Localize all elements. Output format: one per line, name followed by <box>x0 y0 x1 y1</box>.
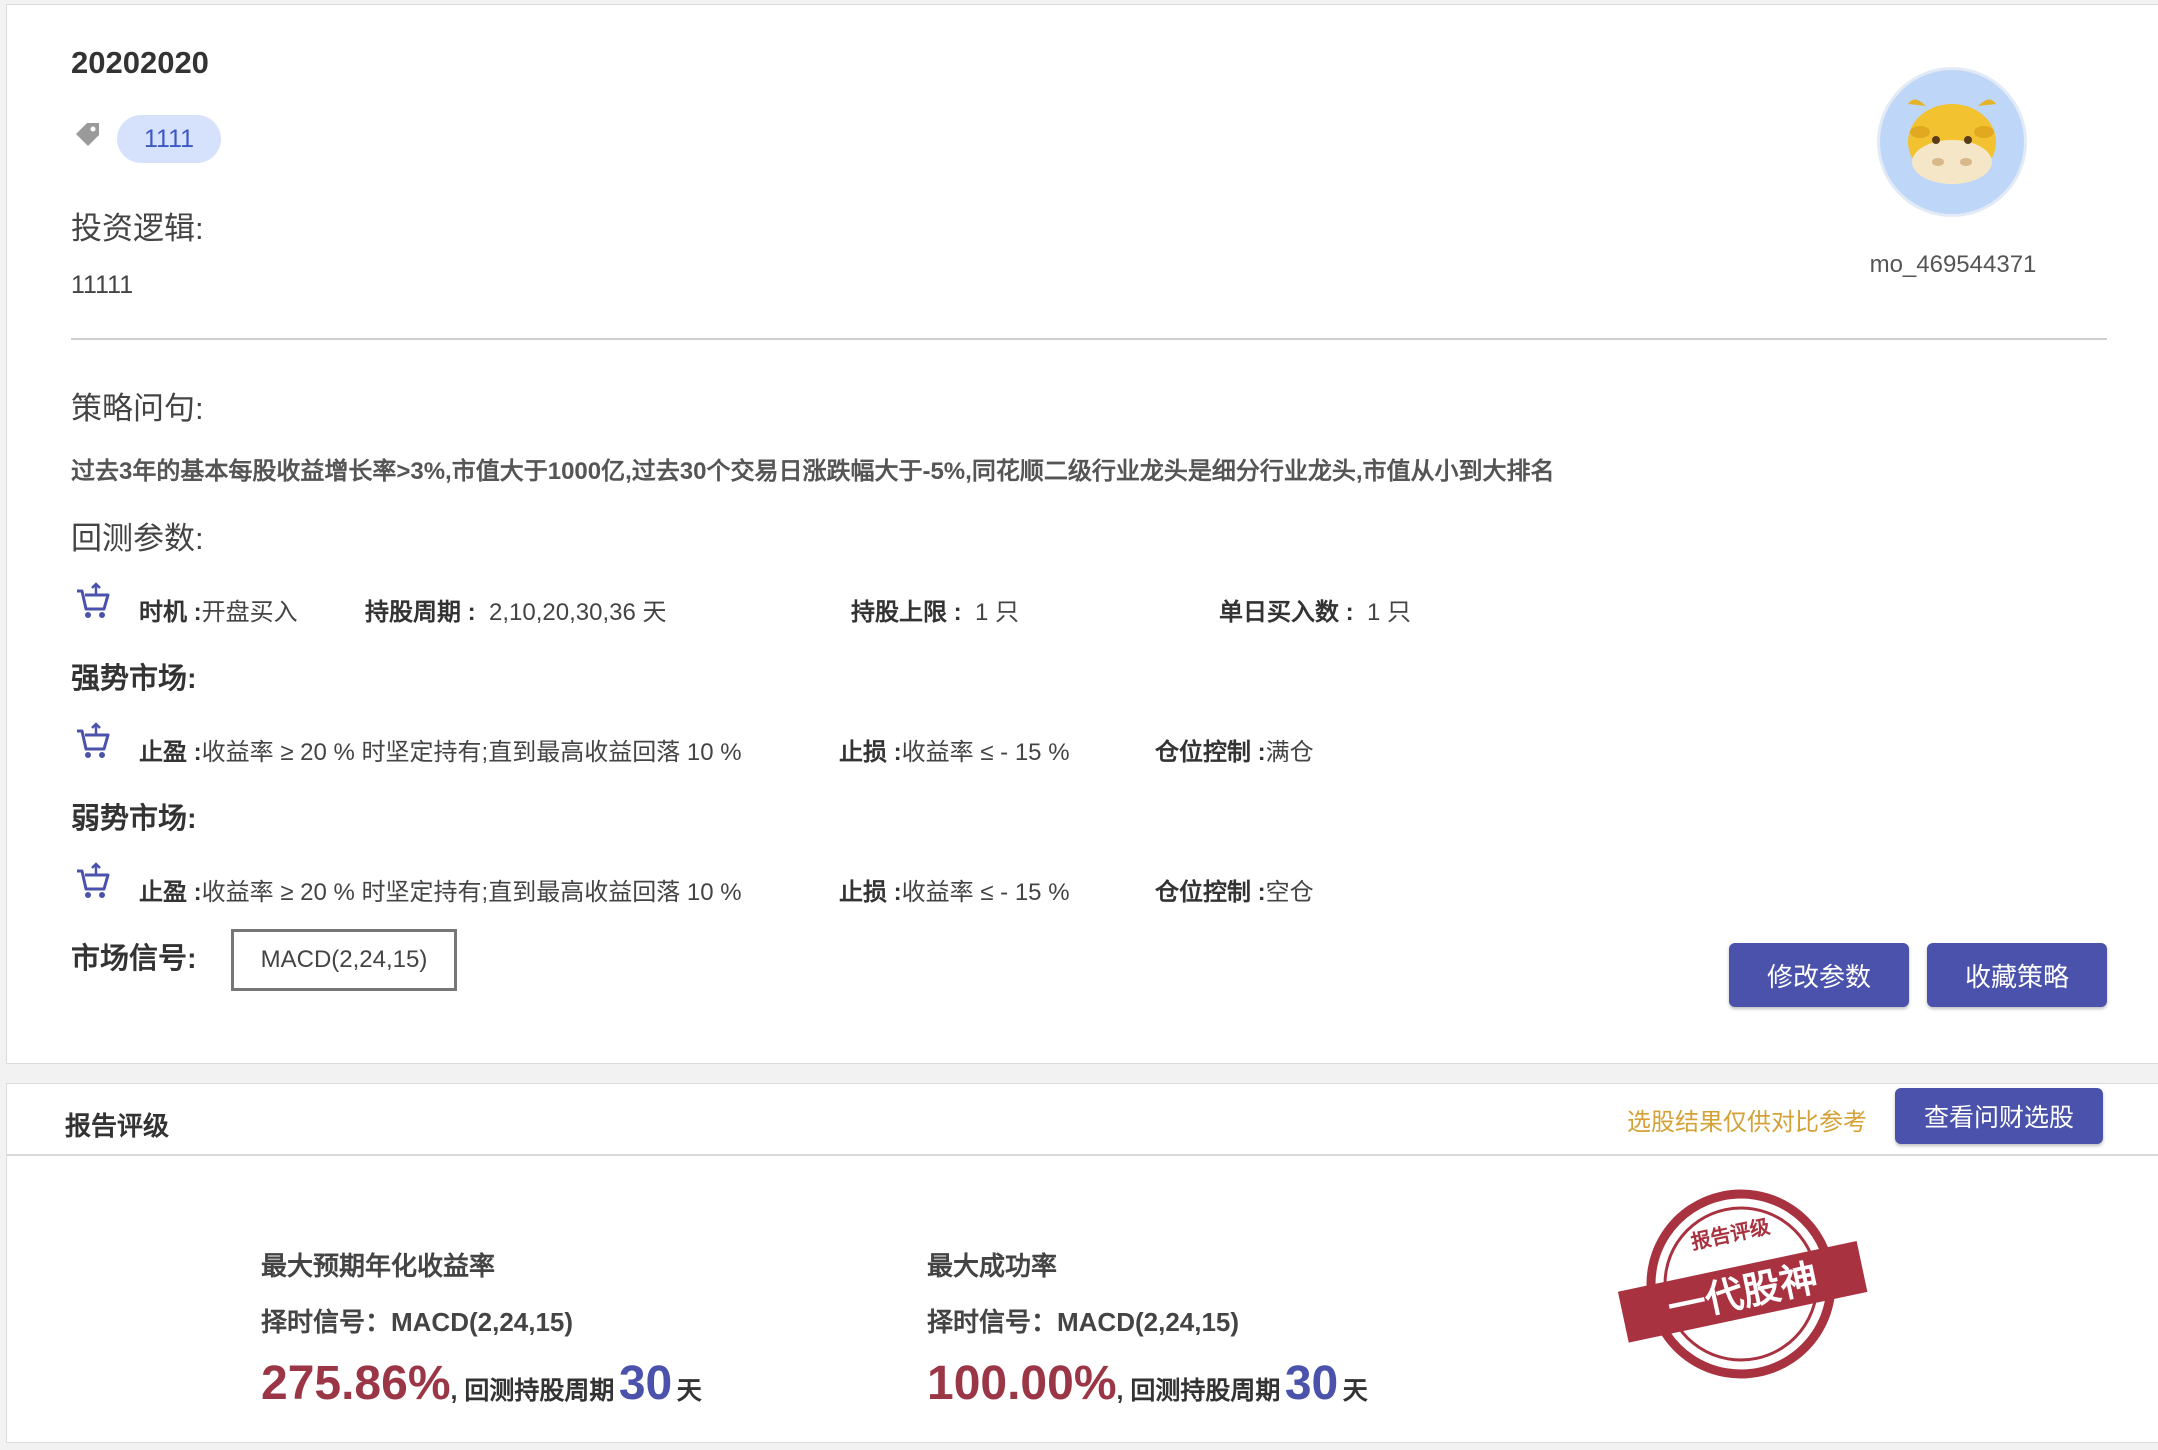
metric-result: 275.86%, 回测持股周期 30 天 <box>261 1356 702 1411</box>
timing-value: 开盘买入 <box>201 599 298 626</box>
metric-unit: 天 <box>676 1377 702 1405</box>
metric-sep: , 回测持股周期 <box>450 1377 615 1405</box>
limit-param: 持股上限 : 1 只 <box>851 592 1019 627</box>
signal-label: 市场信号: <box>71 943 197 975</box>
weak-market-title: 弱势市场: <box>71 803 197 835</box>
modify-params-button[interactable]: 修改参数 <box>1729 943 1909 1007</box>
tp-value: 收益率 ≥ 20 % 时坚定持有;直到最高收益回落 10 % <box>201 879 742 906</box>
logic-value: 11111 <box>71 271 134 299</box>
strong-market-title: 强势市场: <box>71 663 197 695</box>
divider <box>71 338 2107 340</box>
strategy-card: 20202020 1111 投资逻辑: 11111 mo_469544371 策… <box>6 4 2158 1064</box>
strong-position: 仓位控制 :满仓 <box>1155 732 1314 767</box>
weak-take-profit: 止盈 :收益率 ≥ 20 % 时坚定持有;直到最高收益回落 10 % <box>139 872 742 907</box>
stamp-icon: 报告评级 一代股神 <box>1617 1189 1868 1379</box>
query-label: 策略问句: <box>71 391 204 426</box>
avatar-cow-icon <box>1908 99 1996 184</box>
pos-value: 满仓 <box>1265 739 1314 766</box>
sl-value: 收益率 ≤ - 15 % <box>901 879 1070 906</box>
tag-icon <box>76 123 99 146</box>
signal-value-box: MACD(2,24,15) <box>231 929 457 991</box>
favorite-strategy-button[interactable]: 收藏策略 <box>1927 943 2107 1007</box>
pos-value: 空仓 <box>1265 879 1314 906</box>
cart-icon <box>77 582 110 618</box>
pos-label: 仓位控制 : <box>1155 879 1266 906</box>
username: mo_469544371 <box>1869 251 2037 278</box>
daily-value: 1 只 <box>1367 599 1412 626</box>
weak-stop-loss: 止损 :收益率 ≤ - 15 % <box>839 872 1070 907</box>
period-param: 持股周期 : 2,10,20,30,36 天 <box>365 592 666 627</box>
cart-icon <box>77 722 110 758</box>
metric-days: 30 <box>618 1357 673 1410</box>
limit-value: 1 只 <box>975 599 1020 626</box>
metric-value: 100.00% <box>927 1357 1117 1410</box>
pos-label: 仓位控制 : <box>1155 739 1266 766</box>
strong-take-profit: 止盈 :收益率 ≥ 20 % 时坚定持有;直到最高收益回落 10 % <box>139 732 742 767</box>
avatar[interactable] <box>1877 67 2027 217</box>
sl-label: 止损 : <box>839 739 902 766</box>
metric-label: 最大预期年化收益率 <box>261 1251 496 1281</box>
report-title: 报告评级 <box>65 1111 170 1141</box>
strong-stop-loss: 止损 :收益率 ≤ - 15 % <box>839 732 1070 767</box>
query-text: 过去3年的基本每股收益增长率>3%,市值大于1000亿,过去30个交易日涨跌幅大… <box>71 458 1555 485</box>
metric-days: 30 <box>1284 1357 1339 1410</box>
sl-value: 收益率 ≤ - 15 % <box>901 739 1070 766</box>
tp-label: 止盈 : <box>139 879 202 906</box>
metric-unit: 天 <box>1342 1377 1368 1405</box>
report-header: 报告评级 选股结果仅供对比参考 查看问财选股 <box>7 1084 2158 1156</box>
metric-signal: 择时信号：MACD(2,24,15) <box>261 1307 574 1337</box>
daily-label: 单日买入数 : <box>1219 599 1354 626</box>
tp-value: 收益率 ≥ 20 % 时坚定持有;直到最高收益回落 10 % <box>201 739 742 766</box>
metric-result: 100.00%, 回测持股周期 30 天 <box>927 1356 1368 1411</box>
view-stocks-button[interactable]: 查看问财选股 <box>1895 1088 2103 1144</box>
logic-label: 投资逻辑: <box>71 211 204 246</box>
timing-param: 时机 :开盘买入 <box>139 592 298 627</box>
tp-label: 止盈 : <box>139 739 202 766</box>
cart-icon <box>77 862 110 898</box>
strategy-title: 20202020 <box>71 45 209 80</box>
metric-sep: , 回测持股周期 <box>1116 1377 1281 1405</box>
period-label: 持股周期 : <box>365 599 476 626</box>
backtest-label: 回测参数: <box>71 521 204 556</box>
metric-value: 275.86% <box>261 1357 451 1410</box>
limit-label: 持股上限 : <box>851 599 962 626</box>
daily-param: 单日买入数 : 1 只 <box>1219 592 1411 627</box>
period-value: 2,10,20,30,36 天 <box>489 599 667 626</box>
sl-label: 止损 : <box>839 879 902 906</box>
report-card: 报告评级 选股结果仅供对比参考 查看问财选股 最大预期年化收益率 择时信号：MA… <box>6 1083 2158 1443</box>
metric-label: 最大成功率 <box>927 1251 1058 1281</box>
timing-label: 时机 : <box>139 599 202 626</box>
weak-position: 仓位控制 :空仓 <box>1155 872 1314 907</box>
report-note: 选股结果仅供对比参考 <box>1627 1109 1867 1136</box>
metric-signal: 择时信号：MACD(2,24,15) <box>927 1307 1240 1337</box>
strategy-tag[interactable]: 1111 <box>117 115 221 163</box>
